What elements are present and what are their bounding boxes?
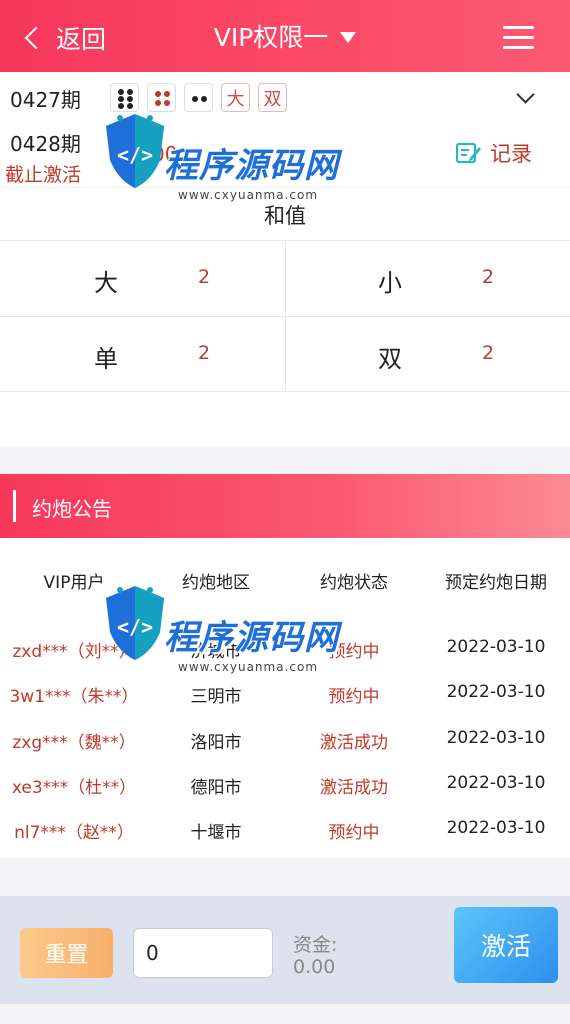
table-row: zxd***（刘**） 济城市 预约中 2022-03-10: [0, 637, 570, 667]
page-title[interactable]: VIP权限一: [0, 20, 570, 56]
header-bar: 返回 VIP权限一: [0, 0, 570, 72]
countdown-timer: 00: [152, 142, 178, 166]
cell-status: 激活成功: [320, 778, 388, 798]
cell-city: 洛阳市: [190, 733, 242, 753]
issue-panel: 0427期 大 双 0428期 截止激活 00 记录: [0, 72, 570, 187]
sum-cell-big[interactable]: 大 2: [0, 241, 285, 316]
record-label: 记录: [490, 142, 532, 166]
sum-cell-odd[interactable]: 单 2: [0, 317, 285, 391]
cell-status: 预约中: [328, 687, 380, 707]
cell-status: 预约中: [328, 823, 380, 843]
cell-user: nl7***（赵**）: [14, 823, 134, 843]
sum-grid: 大 2 小 2 单 2 双 2: [0, 240, 570, 392]
cell-city: 济城市: [190, 642, 242, 662]
chevron-down-icon[interactable]: [516, 85, 535, 104]
announcement-title: 约炮公告: [32, 497, 112, 521]
cell-date: 2022-03-10: [446, 728, 546, 748]
page-title-text: VIP权限一: [213, 23, 329, 52]
cell-city: 德阳市: [190, 778, 242, 798]
sum-cell-value: 2: [198, 266, 211, 288]
cell-user: 3w1***（朱**）: [9, 687, 139, 707]
current-issue-number: 0428期: [10, 132, 81, 156]
sum-cell-small[interactable]: 小 2: [285, 241, 570, 316]
sum-cell-value: 2: [198, 342, 211, 364]
record-button[interactable]: 记录: [456, 138, 532, 168]
result-tag-big: 大: [221, 83, 250, 112]
sum-title: 和值: [264, 204, 306, 228]
column-header-status: 约炮状态: [320, 573, 388, 593]
sum-cell-even[interactable]: 双 2: [285, 317, 570, 391]
sum-cell-label: 单: [94, 345, 118, 373]
hamburger-menu-icon[interactable]: [503, 26, 534, 50]
result-tag-even: 双: [258, 83, 287, 112]
divider: [13, 490, 16, 522]
column-header-date: 预定约炮日期: [445, 573, 547, 593]
reset-button[interactable]: 重置: [20, 928, 113, 978]
cell-city: 三明市: [190, 687, 242, 707]
caret-down-icon: [340, 32, 357, 43]
column-header-area: 约炮地区: [182, 573, 250, 593]
cell-status: 激活成功: [320, 733, 388, 753]
cell-date: 2022-03-10: [446, 637, 546, 657]
cell-city: 十堰市: [190, 823, 242, 843]
table-row: zxg***（魏**） 洛阳市 激活成功 2022-03-10: [0, 728, 570, 758]
bottom-strip: [0, 1004, 570, 1024]
cell-date: 2022-03-10: [446, 818, 546, 838]
cell-status: 预约中: [328, 642, 380, 662]
previous-issue-number: 0427期: [10, 88, 81, 112]
edit-record-icon: [456, 142, 481, 164]
sum-value-panel: 和值 大 2 小 2 单 2 双 2: [0, 187, 570, 447]
cell-user: xe3***（杜**）: [11, 778, 137, 798]
announcement-table: VIP用户 约炮地区 约炮状态 预定约炮日期 zxd***（刘**） 济城市 预…: [0, 538, 570, 858]
fund-value: 0.00: [293, 956, 336, 978]
announcement-header: 约炮公告: [0, 474, 570, 538]
cell-user: zxd***（刘**）: [12, 642, 136, 662]
cell-user: zxg***（魏**）: [12, 733, 136, 753]
column-header-user: VIP用户: [43, 573, 105, 593]
activate-button[interactable]: 激活: [454, 907, 558, 983]
dice-four-icon: [147, 83, 176, 112]
sum-cell-value: 2: [482, 342, 495, 364]
table-row: nl7***（赵**） 十堰市 预约中 2022-03-10: [0, 818, 570, 848]
sum-cell-label: 双: [378, 345, 402, 373]
cell-date: 2022-03-10: [446, 773, 546, 793]
deadline-label: 截止激活: [5, 164, 82, 186]
dice-two-icon: [184, 83, 213, 112]
cell-date: 2022-03-10: [446, 682, 546, 702]
sum-cell-value: 2: [482, 266, 495, 288]
action-bar: 重置 资金: 0.00 激活: [0, 896, 570, 1004]
dice-six-icon: [110, 83, 139, 112]
fund-label: 资金:: [293, 934, 338, 956]
table-header: VIP用户 约炮地区 约炮状态 预定约炮日期: [0, 568, 570, 598]
sum-cell-label: 大: [94, 269, 118, 297]
dice-result: 大 双: [110, 83, 287, 112]
amount-input[interactable]: [133, 928, 273, 978]
table-row: xe3***（杜**） 德阳市 激活成功 2022-03-10: [0, 773, 570, 803]
sum-cell-label: 小: [378, 269, 402, 297]
table-row: 3w1***（朱**） 三明市 预约中 2022-03-10: [0, 682, 570, 712]
